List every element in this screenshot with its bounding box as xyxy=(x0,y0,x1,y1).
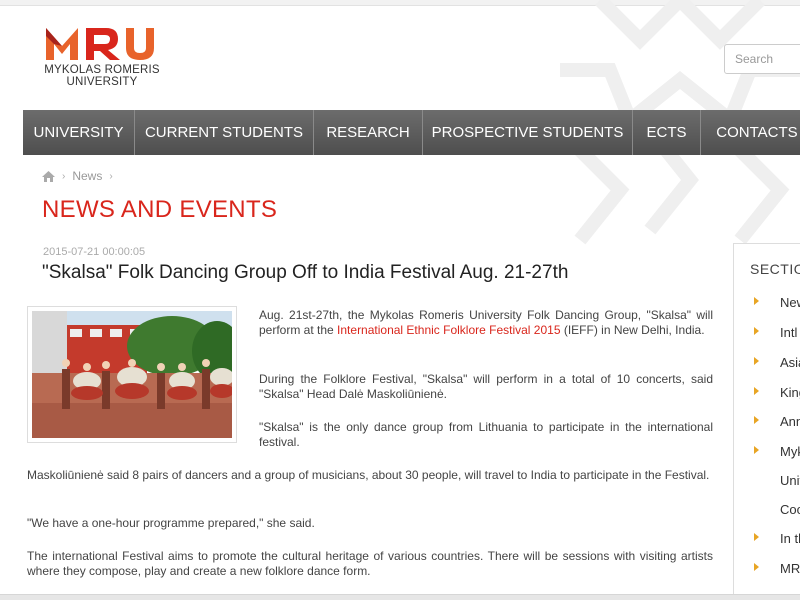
chevron-right-icon: › xyxy=(62,170,66,182)
sidebar-item[interactable]: King xyxy=(734,378,800,407)
article-date: 2015-07-21 00:00:05 xyxy=(43,246,146,258)
logo-line-2: UNIVERSITY xyxy=(66,76,138,88)
article-paragraph-5: "We have a one-hour programme prepared,"… xyxy=(27,516,315,530)
arrow-right-icon xyxy=(754,446,759,454)
bottom-border xyxy=(0,594,800,600)
sidebar-item[interactable]: Coo xyxy=(734,495,800,524)
sidebar-item-label: Ann xyxy=(780,414,800,429)
sidebar-item-label: MRU xyxy=(780,561,800,576)
arrow-right-icon xyxy=(754,297,759,305)
sidebar-item-label: In th xyxy=(780,531,800,546)
arrow-right-icon xyxy=(754,533,759,541)
sidebar-item[interactable]: In th xyxy=(734,524,800,553)
sidebar-item[interactable]: Asia xyxy=(734,348,800,377)
arrow-right-icon xyxy=(754,327,759,335)
chevron-right-icon: › xyxy=(109,170,113,182)
nav-ects[interactable]: ECTS xyxy=(633,110,701,155)
breadcrumb-news[interactable]: News xyxy=(72,169,102,183)
sidebar-item-label: Coo xyxy=(780,502,800,517)
article-paragraph-6: The international Festival aims to promo… xyxy=(27,549,713,578)
logo-caption: MYKOLAS ROMERIS UNIVERSITY xyxy=(44,64,160,88)
main-nav: UNIVERSITY CURRENT STUDENTS RESEARCH PRO… xyxy=(23,110,800,155)
sidebar-item[interactable]: Univ xyxy=(734,466,800,495)
article-title: "Skalsa" Folk Dancing Group Off to India… xyxy=(42,262,569,283)
arrow-right-icon xyxy=(754,563,759,571)
home-icon[interactable] xyxy=(42,170,55,182)
logo-line-1: MYKOLAS ROMERIS xyxy=(44,64,160,76)
article-paragraph-3: "Skalsa" is the only dance group from Li… xyxy=(259,420,713,449)
sidebar-item[interactable]: News xyxy=(734,288,800,317)
arrow-right-icon xyxy=(754,416,759,424)
mru-logo[interactable]: MYKOLAS ROMERIS UNIVERSITY xyxy=(44,26,164,92)
sidebar-item-label: Asia xyxy=(780,355,800,370)
arrow-right-icon xyxy=(754,387,759,395)
nav-contacts[interactable]: CONTACTS xyxy=(701,110,800,155)
mru-logo-mark xyxy=(46,28,154,60)
nav-university[interactable]: UNIVERSITY xyxy=(23,110,135,155)
nav-research[interactable]: RESEARCH xyxy=(314,110,423,155)
sections-sidebar: SECTIONS News Intl Asia King Ann Myk Uni… xyxy=(733,243,800,600)
arrow-right-icon xyxy=(754,357,759,365)
article-paragraph-2: During the Folklore Festival, "Skalsa" w… xyxy=(259,372,713,401)
sidebar-item[interactable]: Ann xyxy=(734,407,800,436)
sidebar-item-label: Myk xyxy=(780,444,800,459)
nav-current-students[interactable]: CURRENT STUDENTS xyxy=(135,110,314,155)
paragraph-1-text-end: (IEFF) in New Delhi, India. xyxy=(560,323,705,337)
nav-prospective-students[interactable]: PROSPECTIVE STUDENTS xyxy=(423,110,633,155)
page-title: NEWS AND EVENTS xyxy=(42,196,278,223)
sidebar-item-label: Intl xyxy=(780,325,798,340)
sidebar-item-label: Univ xyxy=(780,473,800,488)
article-photo[interactable] xyxy=(27,306,237,443)
sidebar-item-label: King xyxy=(780,385,800,400)
article-paragraph-1: Aug. 21st-27th, the Mykolas Romeris Univ… xyxy=(259,308,713,338)
ieff-link[interactable]: International Ethnic Folklore Festival 2… xyxy=(337,323,560,337)
folk-dancers-image xyxy=(32,311,232,438)
sidebar-item[interactable]: Myk xyxy=(734,437,800,466)
sidebar-item[interactable]: MRU xyxy=(734,554,800,583)
sidebar-item-label: News xyxy=(780,295,800,310)
article-paragraph-4: Maskoliūnienė said 8 pairs of dancers an… xyxy=(27,468,710,482)
sidebar-title: SECTIONS xyxy=(750,261,800,277)
breadcrumb: › News › xyxy=(42,168,120,184)
search-input[interactable]: Search xyxy=(724,44,800,74)
sidebar-item[interactable]: Intl xyxy=(734,318,800,347)
